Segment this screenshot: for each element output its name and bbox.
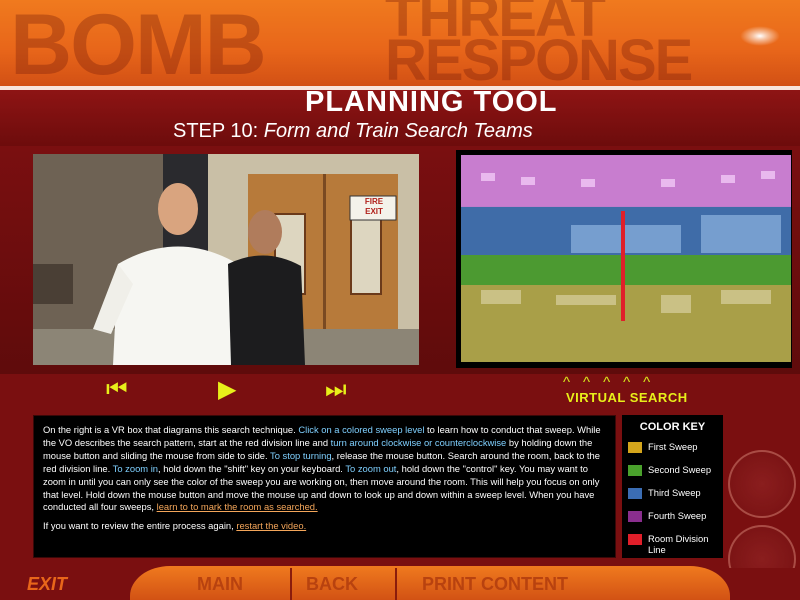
forward-button[interactable]: ⏭ (325, 378, 347, 402)
instr-highlight: To zoom in (112, 462, 159, 474)
header-banner: BOMB THREAT RESPONSE (0, 0, 800, 90)
step-prefix: STEP 10: (173, 120, 264, 142)
instr-highlight: Click on a colored sweep level (298, 424, 425, 435)
main-button[interactable]: MAIN (197, 574, 243, 595)
restart-video-link[interactable]: restart the video. (236, 520, 306, 531)
key-label: First Sweep (648, 441, 698, 452)
color-key-title: COLOR KEY (639, 421, 706, 433)
nav-divider (395, 568, 397, 600)
virtual-search-arrows-icon: ^^^^^ (563, 374, 664, 391)
fire-exit-line1: FIRE (364, 197, 384, 206)
third-sweep-swatch (628, 488, 642, 499)
key-item-division-line[interactable]: Room Division Line (628, 533, 717, 556)
key-label: Fourth Sweep (648, 510, 707, 521)
atf-seal-icon (728, 450, 796, 518)
instr-highlight: To stop turning (270, 449, 332, 461)
second-sweep-swatch (628, 465, 642, 476)
key-item-third-sweep[interactable]: Third Sweep (628, 487, 717, 510)
nav-divider (290, 568, 292, 600)
instructions-paragraph: If you want to review the entire process… (43, 520, 606, 533)
vr-panorama[interactable] (461, 155, 791, 362)
key-item-fourth-sweep[interactable]: Fourth Sweep (628, 510, 717, 533)
instr-text: On the right is a VR box that diagrams t… (43, 424, 299, 435)
play-icon: ▶ (218, 376, 237, 403)
fast-forward-icon: ⏭ (325, 376, 347, 403)
step-heading: STEP 10: Form and Train Search Teams (173, 120, 533, 143)
header-word-bomb: BOMB (10, 0, 267, 90)
key-label: Second Sweep (648, 464, 712, 475)
mark-room-link[interactable]: learn to to mark the room as searched. (157, 501, 318, 512)
instr-highlight: turn around clockwise or counterclockwis… (330, 436, 507, 448)
fourth-sweep-swatch (628, 511, 642, 522)
key-label: Room Division Line (648, 533, 709, 555)
virtual-search-label[interactable]: VIRTUAL SEARCH (566, 390, 688, 405)
exit-button[interactable]: EXIT (27, 574, 67, 595)
step-title: Form and Train Search Teams (263, 120, 533, 142)
division-line-swatch (628, 534, 642, 545)
color-key-panel: COLOR KEY First Sweep Second Sweep Third… (622, 415, 723, 558)
instructions-paragraph: On the right is a VR box that diagrams t… (43, 424, 606, 514)
instruction-video[interactable]: FIRE EXIT (33, 154, 419, 365)
rewind-icon: ⏮ (106, 376, 128, 403)
play-button[interactable]: ▶ (218, 378, 236, 402)
video-frame-image (33, 154, 419, 365)
key-label: Third Sweep (648, 487, 701, 498)
key-item-second-sweep[interactable]: Second Sweep (628, 464, 717, 487)
rewind-button[interactable]: ⏮ (106, 378, 128, 402)
fire-exit-line2: EXIT (365, 207, 383, 216)
instructions-panel: On the right is a VR box that diagrams t… (33, 415, 616, 558)
first-sweep-swatch (628, 442, 642, 453)
instr-text: , hold down the "shift" key on your keyb… (158, 462, 346, 474)
key-item-first-sweep[interactable]: First Sweep (628, 441, 717, 464)
header-word-response: RESPONSE (385, 28, 693, 90)
instr-highlight: To zoom out (345, 462, 397, 474)
fire-exit-sign: FIRE EXIT (351, 197, 397, 217)
page-title: PLANNING TOOL (305, 86, 558, 118)
print-content-button[interactable]: PRINT CONTENT (422, 574, 568, 595)
vr-panorama-image (461, 155, 791, 362)
lens-flare (740, 26, 780, 46)
back-button[interactable]: BACK (306, 574, 358, 595)
instr-text: If you want to review the entire process… (43, 520, 237, 532)
